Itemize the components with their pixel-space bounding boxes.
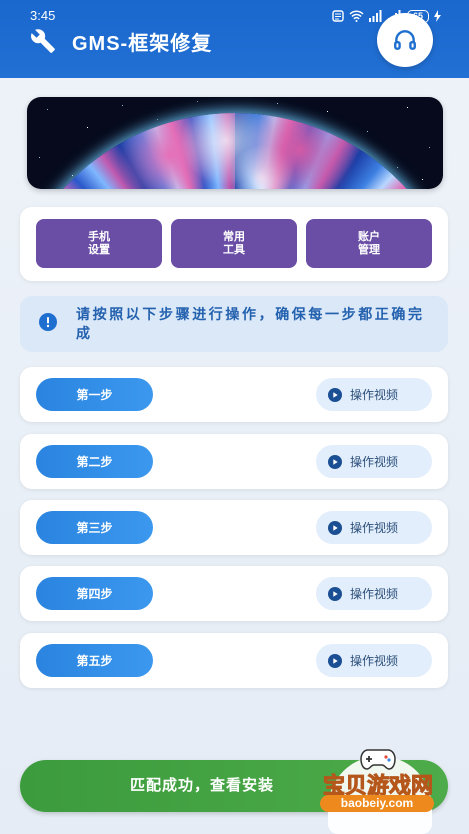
- account-management-button[interactable]: 账户 管理: [306, 219, 432, 268]
- step-5-button[interactable]: 第五步: [36, 644, 153, 677]
- video-label: 操作视频: [350, 455, 399, 469]
- step-3-button[interactable]: 第三步: [36, 511, 153, 544]
- watermark: 宝贝游戏网 baobeiy.com: [308, 742, 448, 834]
- banner-image: [27, 97, 443, 189]
- app-bar: 3:45 65: [0, 0, 469, 78]
- info-icon: [39, 313, 57, 331]
- gamepad-icon: [360, 749, 396, 770]
- step-card: 第五步 操作视频: [20, 633, 448, 688]
- tools-card: 手机 设置 常用 工具 账户 管理: [20, 207, 448, 281]
- headphones-icon: [394, 30, 416, 50]
- wrench-icon: [31, 29, 55, 53]
- step-3-video-button[interactable]: 操作视频: [316, 511, 432, 544]
- wifi-icon: [349, 10, 364, 22]
- video-label: 操作视频: [350, 587, 399, 601]
- page-title: GMS-框架修复: [72, 33, 213, 55]
- notification-icon: [332, 10, 344, 22]
- step-4-button[interactable]: 第四步: [36, 577, 153, 610]
- status-time: 3:45: [30, 8, 56, 23]
- step-card: 第四步 操作视频: [20, 566, 448, 621]
- phone-settings-button[interactable]: 手机 设置: [36, 219, 162, 268]
- play-icon: [328, 387, 342, 402]
- planet-image: [27, 113, 443, 189]
- step-card: 第三步 操作视频: [20, 500, 448, 555]
- support-button[interactable]: [377, 13, 433, 67]
- app-screen: 3:45 65: [0, 0, 469, 834]
- step-card: 第一步 操作视频: [20, 367, 448, 422]
- step-5-video-button[interactable]: 操作视频: [316, 644, 432, 677]
- video-label: 操作视频: [350, 521, 399, 535]
- view-install-label: 匹配成功，查看安装: [130, 777, 275, 794]
- step-2-video-button[interactable]: 操作视频: [316, 445, 432, 478]
- watermark-url: baobeiy.com: [320, 795, 434, 812]
- video-label: 操作视频: [350, 654, 399, 668]
- step-2-button[interactable]: 第二步: [36, 445, 153, 478]
- step-1-video-button[interactable]: 操作视频: [316, 378, 432, 411]
- common-tools-button[interactable]: 常用 工具: [171, 219, 297, 268]
- step-4-video-button[interactable]: 操作视频: [316, 577, 432, 610]
- play-icon: [328, 653, 342, 668]
- stars-decoration: [27, 97, 28, 98]
- charging-icon: [434, 10, 441, 22]
- step-card: 第二步 操作视频: [20, 434, 448, 489]
- play-icon: [328, 454, 342, 469]
- play-icon: [328, 520, 342, 535]
- play-icon: [328, 586, 342, 601]
- notice-banner: 请按照以下步骤进行操作，确保每一步都正确完成: [20, 296, 448, 352]
- signal-icon: [368, 10, 382, 22]
- notice-text: 请按照以下步骤进行操作，确保每一步都正确完成: [76, 306, 425, 341]
- video-label: 操作视频: [350, 388, 399, 402]
- step-1-button[interactable]: 第一步: [36, 378, 153, 411]
